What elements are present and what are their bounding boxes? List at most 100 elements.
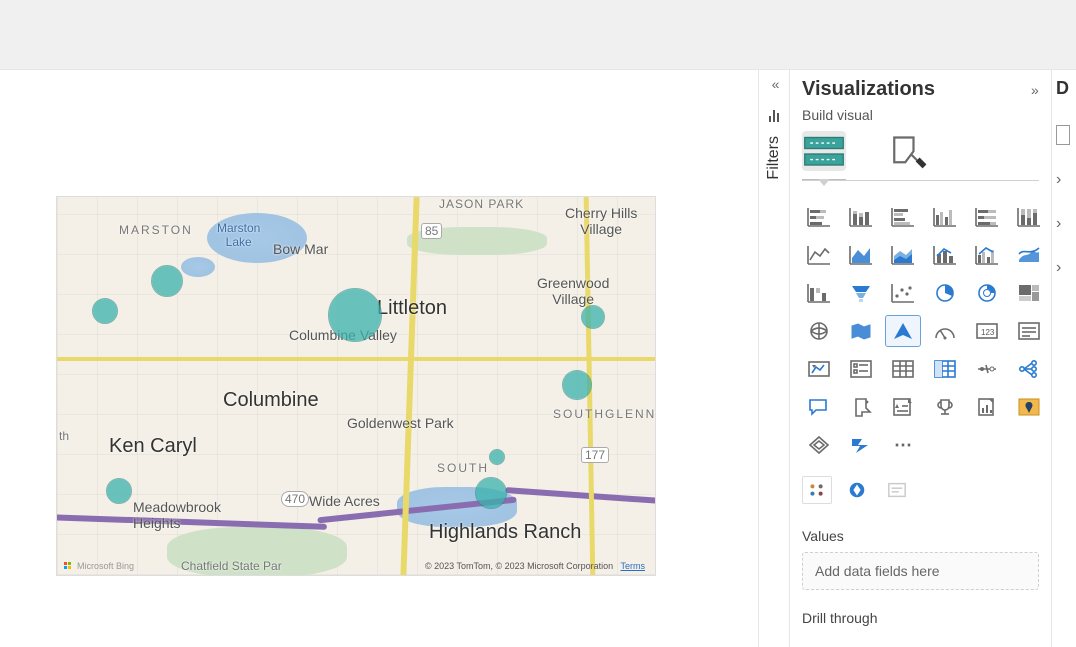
collapse-viz-icon[interactable]: « [1034, 82, 1039, 98]
chevron-right-icon[interactable]: › [1056, 259, 1061, 277]
map-bubble[interactable] [476, 478, 506, 508]
viz-scatter[interactable] [886, 278, 920, 308]
drill-through-label: Drill through [802, 610, 1039, 626]
map-label: Littleton [377, 297, 447, 320]
svg-text:123: 123 [981, 328, 995, 337]
map-label: SOUTH [437, 461, 489, 475]
map-road [57, 357, 656, 361]
viz-smart-narrative[interactable] [886, 392, 920, 422]
map-label: Marston Lake [217, 221, 260, 249]
stub-box-icon[interactable] [1056, 125, 1070, 145]
map-label: Meadowbrook Heights [133, 499, 221, 531]
viz-card[interactable]: 123 [970, 316, 1004, 346]
util-get-more-visuals[interactable] [802, 476, 832, 504]
values-section-label: Values [802, 528, 1039, 544]
values-dropzone[interactable]: Add data fields here [802, 552, 1039, 590]
map-lake [181, 257, 215, 277]
map-attribution: Microsoft Bing [63, 561, 134, 571]
visualizations-pane: Visualizations « Build visual [790, 70, 1052, 647]
viz-clustered-column[interactable] [928, 202, 962, 232]
map-bubble[interactable] [490, 450, 504, 464]
map-bubble[interactable] [582, 306, 604, 328]
map-label: Cherry Hills Village [565, 205, 637, 237]
map-bubble[interactable] [563, 371, 591, 399]
viz-treemap[interactable] [1012, 278, 1046, 308]
viz-power-apps[interactable] [802, 430, 836, 460]
viz-more-icon[interactable]: ⋯ [886, 430, 920, 460]
viz-stacked-area[interactable] [886, 240, 920, 270]
format-visual-icon [886, 132, 930, 171]
map-bubble[interactable] [329, 289, 381, 341]
viz-gauge[interactable] [928, 316, 962, 346]
viz-map[interactable] [802, 316, 836, 346]
chevron-right-icon[interactable]: › [1056, 171, 1061, 189]
viz-key-influencers[interactable] [928, 392, 962, 422]
map-label: Greenwood Village [537, 275, 609, 307]
map-shield: 85 [421, 223, 442, 239]
viz-waterfall[interactable] [802, 278, 836, 308]
map-label: Columbine [223, 389, 319, 412]
viz-clustered-bar[interactable] [886, 202, 920, 232]
map-label: Highlands Ranch [429, 521, 581, 544]
util-pin-visual[interactable] [842, 476, 872, 504]
viz-qa[interactable] [802, 392, 836, 422]
map-label: th [59, 429, 69, 443]
map-attribution-right: © 2023 TomTom, © 2023 Microsoft Corporat… [425, 561, 645, 571]
viz-arcgis[interactable] [1012, 392, 1046, 422]
viz-filled-map[interactable] [844, 316, 878, 346]
viz-title: Visualizations [802, 78, 935, 101]
util-placeholder[interactable] [882, 476, 912, 504]
map-label: MARSTON [119, 223, 193, 237]
report-canvas[interactable]: MARSTON Marston Lake Bow Mar JASON PARK … [0, 70, 758, 647]
viz-slicer[interactable] [844, 354, 878, 384]
viz-stacked-column[interactable] [844, 202, 878, 232]
viz-matrix[interactable] [928, 354, 962, 384]
map-bubble[interactable] [152, 266, 182, 296]
map-label: JASON PARK [439, 197, 524, 211]
viz-power-automate[interactable] [844, 430, 878, 460]
viz-donut[interactable] [970, 278, 1004, 308]
viz-stacked-bar[interactable] [802, 202, 836, 232]
viz-utilities [802, 476, 1039, 504]
filters-label: Filters [765, 136, 783, 180]
viz-100-stacked-bar[interactable] [970, 202, 1004, 232]
viz-table[interactable] [886, 354, 920, 384]
viz-python[interactable] [844, 392, 878, 422]
map-label: Ken Caryl [109, 435, 197, 458]
viz-r-visual[interactable] [970, 354, 1004, 384]
viz-azure-map[interactable] [886, 316, 920, 346]
tab-format-visual[interactable] [886, 131, 930, 171]
viz-ribbon-chart[interactable] [1012, 240, 1046, 270]
map-visual[interactable]: MARSTON Marston Lake Bow Mar JASON PARK … [56, 196, 656, 576]
viz-100-stacked-column[interactable] [1012, 202, 1046, 232]
tab-build-visual[interactable] [802, 131, 846, 171]
filters-pane-collapsed[interactable]: « Filters [758, 70, 790, 647]
viz-kpi[interactable] [802, 354, 836, 384]
map-label: Chatfield State Par [181, 559, 282, 573]
viz-multi-row-card[interactable] [1012, 316, 1046, 346]
map-shield: 470 [281, 491, 309, 507]
viz-funnel[interactable] [844, 278, 878, 308]
map-terms-link[interactable]: Terms [621, 561, 646, 571]
build-visual-icon [802, 132, 846, 171]
viz-line-clustered-column[interactable] [970, 240, 1004, 270]
viz-decomposition-tree[interactable] [1012, 354, 1046, 384]
viz-line-chart[interactable] [802, 240, 836, 270]
map-copy: © 2023 TomTom, © 2023 Microsoft Corporat… [425, 561, 613, 571]
data-pane-stub: D › › › [1052, 70, 1076, 647]
map-bubble[interactable] [107, 479, 131, 503]
viz-pie[interactable] [928, 278, 962, 308]
ribbon-placeholder [0, 0, 1076, 70]
collapse-icon[interactable]: « [772, 76, 777, 92]
map-shield: 177 [581, 447, 609, 463]
viz-paginated-report[interactable] [970, 392, 1004, 422]
filter-bars-icon [769, 108, 779, 122]
map-label: SOUTHGLENN [553, 407, 656, 421]
map-attribution-text: Microsoft Bing [77, 561, 134, 571]
chevron-right-icon[interactable]: › [1056, 215, 1061, 233]
map-bubble[interactable] [93, 299, 117, 323]
map-label: Wide Acres [309, 493, 380, 509]
viz-area-chart[interactable] [844, 240, 878, 270]
viz-line-stacked-column[interactable] [928, 240, 962, 270]
map-label: Goldenwest Park [347, 415, 454, 431]
